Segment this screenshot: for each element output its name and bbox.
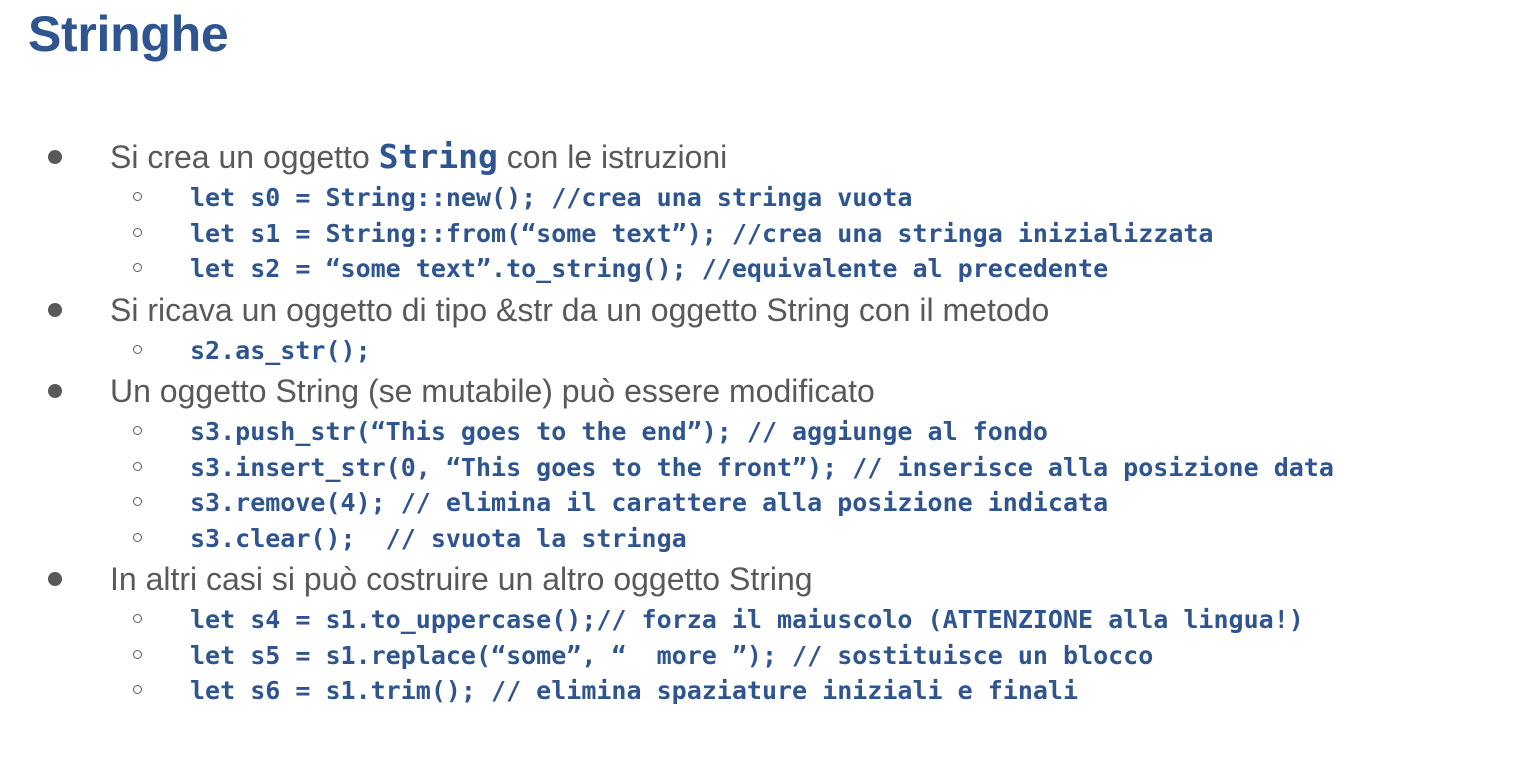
sub-bullet-circle-icon	[133, 614, 142, 623]
sub-bullet-circle-icon	[133, 227, 142, 237]
code-item: s3.remove(4); // elimina il carattere al…	[0, 485, 1526, 521]
code-line: s3.clear(); // svuota la stringa	[190, 523, 687, 553]
code-item: let s5 = s1.replace(“some”, “ more ”); /…	[0, 638, 1526, 674]
code-line: s3.push_str(“This goes to the end”); // …	[190, 417, 1048, 446]
sub-list: s3.push_str(“This goes to the end”); // …	[0, 414, 1526, 556]
sub-bullet-circle-icon	[133, 649, 142, 659]
bullet-item: In altri casi si può costruire un altro …	[0, 556, 1526, 602]
bullet-item: Un oggetto String (se mutabile) può esse…	[0, 368, 1526, 414]
code-line: let s1 = String::from(“some text”); //cr…	[190, 218, 1214, 248]
sub-bullet-circle-icon	[133, 685, 142, 694]
sub-bullet-circle-icon	[133, 461, 142, 471]
bullet-text: In altri casi si può costruire un altro …	[110, 561, 813, 597]
code-item: s2.as_str();	[0, 333, 1526, 369]
code-line: let s6 = s1.trim(); // elimina spaziatur…	[190, 676, 1079, 705]
bullet-dot-icon	[48, 384, 62, 398]
sub-bullet-circle-icon	[133, 426, 142, 435]
sub-bullet-circle-icon	[133, 532, 142, 542]
code-item: s3.push_str(“This goes to the end”); // …	[0, 414, 1526, 450]
code-line: let s2 = “some text”.to_string(); //equi…	[190, 254, 1109, 283]
code-line: let s5 = s1.replace(“some”, “ more ”); /…	[190, 640, 1154, 670]
sub-list: s2.as_str();	[0, 333, 1526, 369]
inline-code: String	[378, 137, 498, 176]
sub-bullet-circle-icon	[133, 192, 142, 201]
code-line: s3.insert_str(0, “This goes to the front…	[190, 452, 1334, 482]
sub-list-container: s3.push_str(“This goes to the end”); // …	[0, 414, 1526, 556]
sub-list-container: s2.as_str();	[0, 333, 1526, 369]
bullet-text: con le istruzioni	[497, 139, 728, 175]
bullet-text: Si crea un oggetto	[110, 139, 379, 175]
code-line: s3.remove(4); // elimina il carattere al…	[190, 488, 1109, 517]
sub-bullet-circle-icon	[133, 344, 142, 354]
bullet-text: Un oggetto String (se mutabile) può esse…	[110, 373, 875, 409]
sub-list-container: let s0 = String::new(); //crea una strin…	[0, 180, 1526, 287]
code-item: let s4 = s1.to_uppercase();// forza il m…	[0, 602, 1526, 638]
code-item: let s1 = String::from(“some text”); //cr…	[0, 216, 1526, 252]
sub-bullet-circle-icon	[133, 263, 142, 272]
bullet-text: Si ricava un oggetto di tipo &str da un …	[110, 291, 1050, 328]
code-item: let s6 = s1.trim(); // elimina spaziatur…	[0, 673, 1526, 709]
bullet-list: Si crea un oggetto String con le istruzi…	[0, 134, 1526, 709]
bullet-dot-icon	[48, 302, 62, 317]
sub-list: let s4 = s1.to_uppercase();// forza il m…	[0, 602, 1526, 709]
code-line: let s0 = String::new(); //crea una strin…	[190, 183, 913, 212]
code-item: let s2 = “some text”.to_string(); //equi…	[0, 251, 1526, 287]
sub-list-container: let s4 = s1.to_uppercase();// forza il m…	[0, 602, 1526, 709]
code-item: let s0 = String::new(); //crea una strin…	[0, 180, 1526, 216]
bullet-item: Si crea un oggetto String con le istruzi…	[0, 134, 1526, 180]
bullet-dot-icon	[48, 572, 62, 586]
slide-title: Stringhe	[28, 6, 229, 62]
code-line: s2.as_str();	[190, 335, 371, 365]
sub-list: let s0 = String::new(); //crea una strin…	[0, 180, 1526, 287]
slide: Stringhe Si crea un oggetto String con l…	[0, 0, 1526, 762]
sub-bullet-circle-icon	[133, 497, 142, 506]
code-line: let s4 = s1.to_uppercase();// forza il m…	[190, 605, 1304, 634]
bullet-dot-icon	[48, 150, 62, 164]
bullet-item: Si ricava un oggetto di tipo &str da un …	[0, 287, 1526, 333]
code-item: s3.insert_str(0, “This goes to the front…	[0, 450, 1420, 486]
code-item: s3.clear(); // svuota la stringa	[0, 521, 1526, 557]
